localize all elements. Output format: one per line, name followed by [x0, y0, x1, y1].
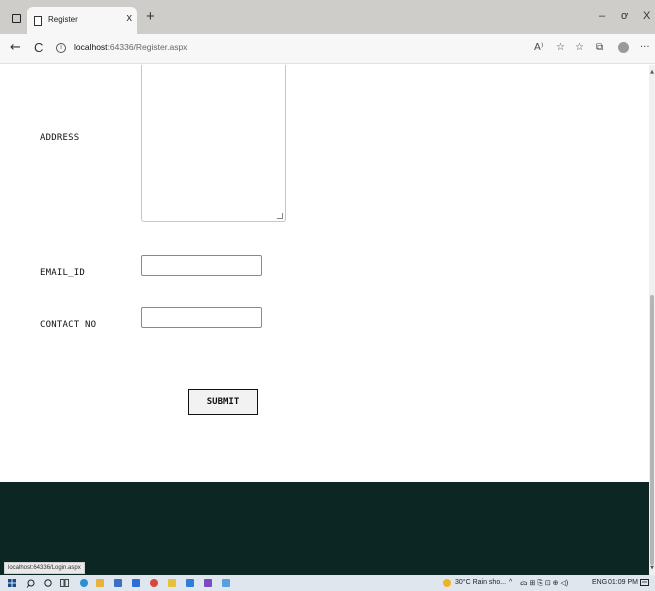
page-icon	[34, 16, 42, 26]
chrome-icon[interactable]	[150, 579, 158, 587]
scroll-up-icon[interactable]: ▲	[649, 69, 655, 75]
page-footer	[0, 482, 649, 575]
restore-button[interactable]: ơ	[621, 10, 628, 22]
favorites-icon[interactable]: ☆	[575, 42, 584, 54]
site-info-icon[interactable]: i	[56, 43, 66, 53]
task-view-icon[interactable]	[60, 579, 69, 587]
tab-register[interactable]: Register x	[27, 7, 137, 34]
email-label: EMAIL_ID	[40, 268, 85, 278]
visual-studio-icon[interactable]	[186, 579, 194, 587]
taskbar: 30°C Rain sho... ^ ᯅ ⊞ ⎘ ⊡ ⊕ ◁) ENG 01:0…	[0, 575, 655, 591]
email-field[interactable]	[141, 255, 262, 276]
tray-overflow-icon[interactable]: ^	[509, 579, 512, 586]
navigation-bar: ← C i localhost:64336/Register.aspx A⁾ ☆…	[0, 34, 655, 64]
notifications-icon[interactable]	[640, 579, 649, 587]
browser-window: Register x + – ơ X ← C i localhost:64336…	[0, 0, 655, 591]
contact-label: CONTACT NO	[40, 320, 97, 330]
cortana-icon[interactable]	[44, 579, 52, 587]
profile-icon[interactable]	[618, 42, 629, 53]
weather-icon[interactable]	[443, 579, 451, 587]
tab-title: Register	[48, 15, 78, 24]
tab-strip: Register x + – ơ X	[0, 0, 655, 34]
url-text[interactable]: localhost:64336/Register.aspx	[74, 42, 187, 52]
search-icon[interactable]	[26, 579, 35, 588]
refresh-button[interactable]: C	[34, 40, 43, 56]
vscode-icon[interactable]	[168, 579, 176, 587]
new-tab-button[interactable]: +	[146, 9, 155, 24]
tray-icons[interactable]: ᯅ ⊞ ⎘ ⊡ ⊕ ◁)	[520, 579, 568, 588]
store-icon[interactable]	[114, 579, 122, 587]
tab-close-icon[interactable]: x	[127, 12, 133, 24]
register-page: ADDRESS EMAIL_ID CONTACT NO SUBMIT local…	[0, 65, 649, 575]
notepad-icon[interactable]	[204, 579, 212, 587]
scroll-thumb[interactable]	[650, 295, 654, 565]
address-label: ADDRESS	[40, 133, 80, 143]
tab-actions-icon[interactable]	[12, 14, 21, 23]
back-button[interactable]: ←	[10, 40, 21, 56]
scroll-down-icon[interactable]: ▼	[649, 565, 655, 571]
mail-icon[interactable]	[132, 579, 140, 587]
address-textarea[interactable]	[141, 65, 286, 222]
contact-field[interactable]	[141, 307, 262, 328]
start-icon[interactable]	[8, 579, 16, 587]
weather-text[interactable]: 30°C Rain sho...	[455, 579, 506, 586]
minimize-button[interactable]: –	[599, 10, 605, 22]
language-indicator[interactable]: ENG	[592, 579, 607, 586]
read-aloud-icon[interactable]: A⁾	[534, 42, 543, 54]
file-explorer-icon[interactable]	[96, 579, 104, 587]
edge-icon[interactable]	[80, 579, 88, 587]
app-icon[interactable]	[222, 579, 230, 587]
close-window-button[interactable]: X	[643, 10, 650, 22]
collections-icon[interactable]: ⧉	[596, 42, 603, 54]
submit-button[interactable]: SUBMIT	[188, 389, 258, 415]
vertical-scrollbar[interactable]: ▲ ▼	[649, 65, 655, 575]
more-icon[interactable]: ···	[640, 42, 650, 54]
favorite-add-icon[interactable]: ☆	[556, 42, 565, 54]
status-url-tooltip: localhost:64336/Login.aspx	[4, 562, 85, 574]
clock[interactable]: 01:09 PM	[608, 579, 638, 586]
resize-grip-icon[interactable]	[277, 213, 283, 219]
